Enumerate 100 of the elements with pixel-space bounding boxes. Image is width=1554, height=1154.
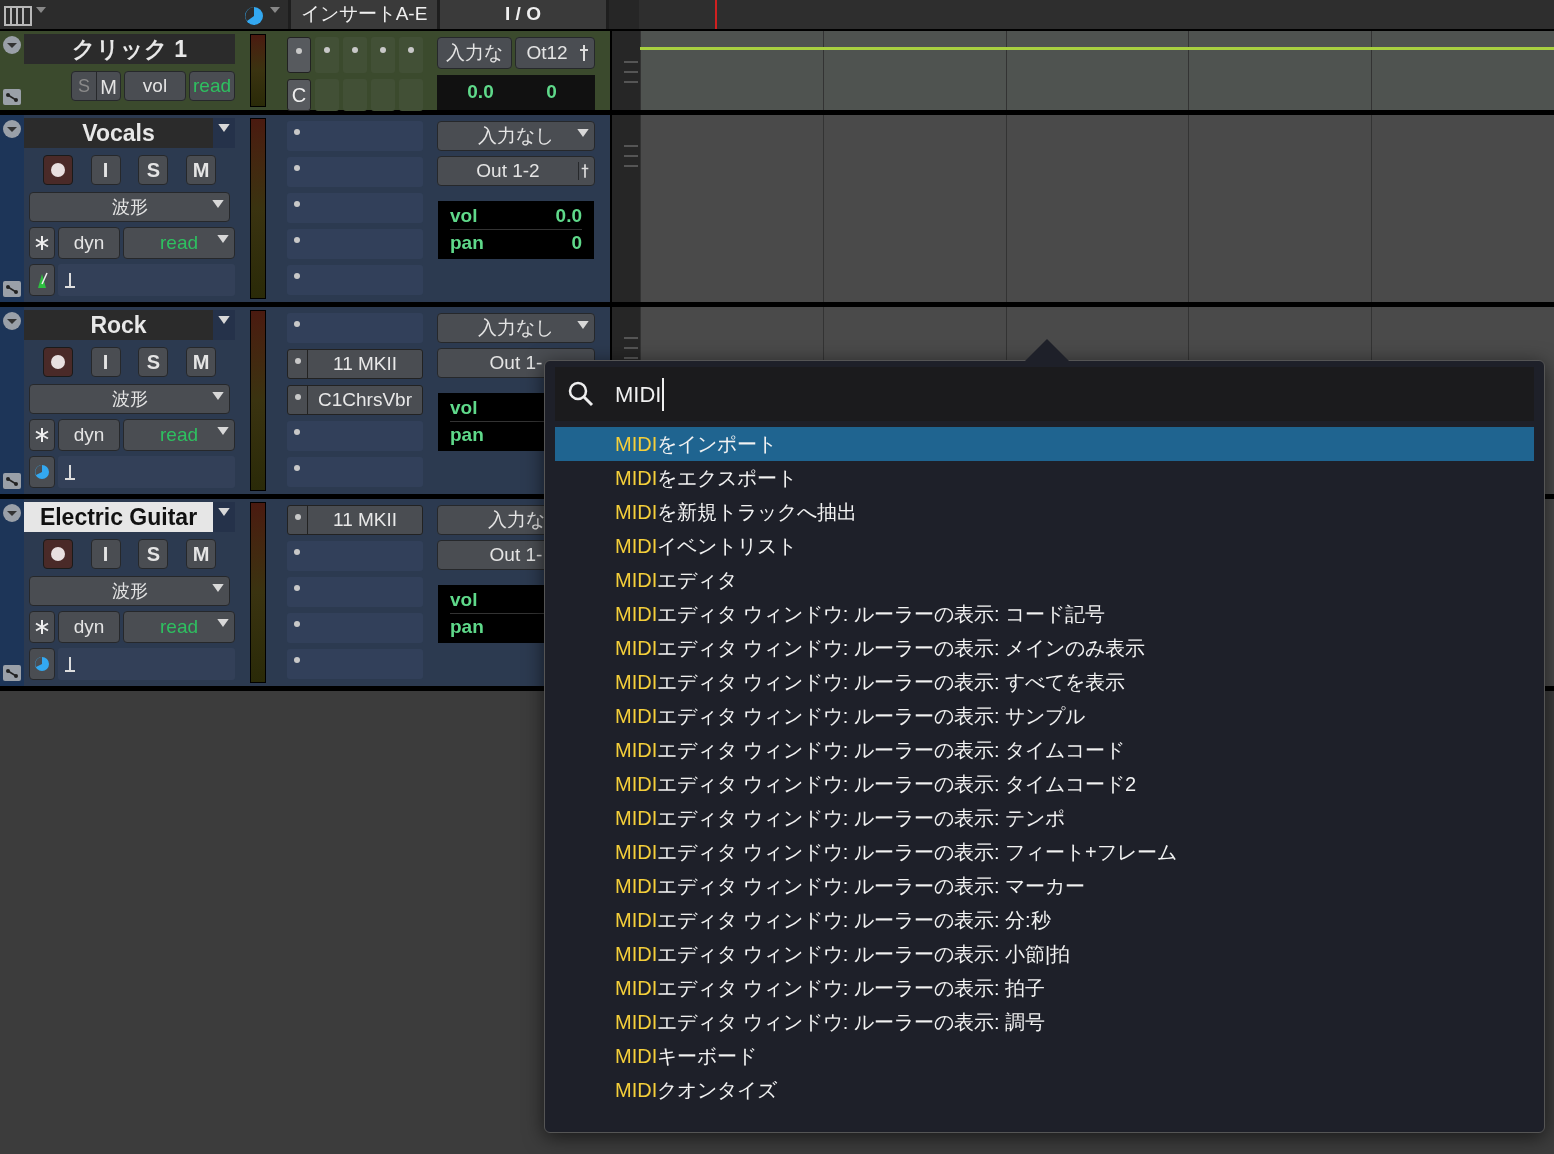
dyn-button[interactable]: dyn <box>58 611 120 643</box>
dyn-button[interactable]: dyn <box>58 227 120 259</box>
column-header[interactable]: I / O <box>440 0 606 29</box>
insert-slot[interactable] <box>287 37 312 73</box>
view-selector[interactable]: vol <box>124 71 186 101</box>
search-result-item[interactable]: MIDIエディタ ウィンドウ: ルーラーの表示: マーカー <box>555 869 1534 903</box>
insert-slot[interactable] <box>315 37 340 73</box>
mute-button[interactable]: M <box>186 539 217 569</box>
scale-tick <box>624 155 638 157</box>
solo-button[interactable]: S <box>138 155 169 185</box>
dropdown-caret-icon[interactable] <box>218 508 230 516</box>
column-header[interactable]: インサートA-E <box>291 0 437 29</box>
search-result-item[interactable]: MIDIエディタ ウィンドウ: ルーラーの表示: 調号 <box>555 1005 1534 1039</box>
search-result-item[interactable]: MIDIキーボード <box>555 1039 1534 1073</box>
volume-value: 0.0 <box>466 80 495 104</box>
automation-mode-selector[interactable]: read <box>189 71 235 101</box>
asterisk-button[interactable] <box>29 227 55 259</box>
tick-mark-icon[interactable] <box>62 655 78 673</box>
dropdown-caret-icon[interactable] <box>218 124 230 132</box>
input-monitor-button[interactable]: I <box>90 155 121 185</box>
insert-slot[interactable] <box>399 37 423 73</box>
search-result-item[interactable]: MIDIをインポート <box>555 427 1534 461</box>
view-selector[interactable]: 波形 <box>29 576 230 606</box>
input-selector[interactable]: 入力なし <box>437 121 595 151</box>
track-name[interactable]: クリック 1 <box>24 34 235 64</box>
track-route-icon[interactable] <box>2 88 22 106</box>
insert-slot[interactable]: 11 MKII <box>287 349 423 379</box>
volume-label: vol <box>450 396 478 421</box>
search-result-item[interactable]: MIDIエディタ ウィンドウ: ルーラーの表示: テンポ <box>555 801 1534 835</box>
search-result-item[interactable]: MIDIエディタ ウィンドウ: ルーラーの表示: 拍子 <box>555 971 1534 1005</box>
track-name[interactable]: Vocals <box>24 118 213 148</box>
asterisk-button[interactable] <box>29 419 55 451</box>
insert-slot[interactable]: 11 MKII <box>287 505 423 535</box>
asterisk-button[interactable] <box>29 611 55 643</box>
expand-toggle-icon[interactable] <box>2 311 22 331</box>
solo-button[interactable]: S <box>138 347 169 377</box>
dyn-button[interactable]: dyn <box>58 419 120 451</box>
automation-mode-selector[interactable]: read <box>123 227 235 259</box>
insert-slot[interactable] <box>343 37 368 73</box>
tick-mark-icon[interactable] <box>62 271 78 289</box>
track-route-icon[interactable] <box>2 472 22 490</box>
scale-tick <box>624 347 638 349</box>
expand-toggle-icon[interactable] <box>2 119 22 139</box>
asterisk-icon <box>34 235 50 251</box>
dropdown-caret-icon <box>217 619 229 627</box>
search-result-item[interactable]: MIDIエディタ ウィンドウ: ルーラーの表示: 分:秒 <box>555 903 1534 937</box>
search-result-item[interactable]: MIDIエディタ ウィンドウ: ルーラーの表示: 小節|拍 <box>555 937 1534 971</box>
search-result-item[interactable]: MIDIエディタ ウィンドウ: ルーラーの表示: メインのみ表示 <box>555 631 1534 665</box>
search-result-item[interactable]: MIDIエディタ ウィンドウ: ルーラーの表示: タイムコード <box>555 733 1534 767</box>
search-result-item[interactable]: MIDIエディタ ウィンドウ: ルーラーの表示: フィート+フレーム <box>555 835 1534 869</box>
track-route-icon[interactable] <box>2 280 22 298</box>
search-result-item[interactable]: MIDIエディタ ウィンドウ: ルーラーの表示: サンプル <box>555 699 1534 733</box>
mute-button[interactable]: M <box>186 347 217 377</box>
dropdown-caret-icon[interactable] <box>218 316 230 324</box>
dropdown-caret-icon <box>217 235 229 243</box>
search-result-item[interactable]: MIDIエディタ ウィンドウ: ルーラーの表示: コード記号 <box>555 597 1534 631</box>
send-button[interactable]: C <box>287 79 312 111</box>
output-selector[interactable]: Ot12 <box>515 37 595 69</box>
track-route-icon[interactable] <box>2 664 22 682</box>
dropdown-caret-icon <box>217 427 229 435</box>
record-arm-button[interactable] <box>42 155 73 185</box>
search-result-item[interactable]: MIDIをエクスポート <box>555 461 1534 495</box>
output-selector[interactable]: Out 1-2 <box>437 156 595 186</box>
pan-label: pan <box>450 230 484 255</box>
solo-button[interactable]: S <box>138 539 169 569</box>
dropdown-caret-icon <box>212 200 224 208</box>
timebase-button[interactable] <box>29 264 55 296</box>
dropdown-caret-icon <box>577 321 589 329</box>
expand-toggle-icon[interactable] <box>2 35 22 55</box>
track-name[interactable]: Rock <box>24 310 213 340</box>
view-selector[interactable]: 波形 <box>29 192 230 222</box>
insert-slot[interactable] <box>371 37 395 73</box>
input-selector[interactable]: 入力なし <box>437 313 595 343</box>
record-arm-button[interactable] <box>42 347 73 377</box>
record-arm-button[interactable] <box>42 539 73 569</box>
timebase-button[interactable] <box>29 456 55 488</box>
automation-mode-selector[interactable]: read <box>123 611 235 643</box>
tick-mark-icon[interactable] <box>62 463 78 481</box>
mute-button[interactable]: M <box>186 155 217 185</box>
pan-value: 0 <box>571 230 582 255</box>
scale-tick <box>624 61 638 63</box>
pan-label: pan <box>450 422 484 447</box>
scale-tick <box>624 145 638 147</box>
view-menu-icon[interactable] <box>4 3 48 26</box>
input-monitor-button[interactable]: I <box>90 347 121 377</box>
search-field[interactable]: MIDI <box>555 367 1534 421</box>
scale-tick <box>624 337 638 339</box>
search-result-item[interactable]: MIDIクオンタイズ <box>555 1073 1534 1107</box>
search-result-item[interactable]: MIDIエディタ ウィンドウ: ルーラーの表示: すべてを表示 <box>555 665 1534 699</box>
input-monitor-button[interactable]: I <box>90 539 121 569</box>
insert-slot[interactable]: C1ChrsVbr <box>287 385 423 415</box>
track-name[interactable]: Electric Guitar <box>24 502 213 532</box>
input-selector[interactable]: 入力な <box>437 37 512 69</box>
timebase-button[interactable] <box>29 648 55 680</box>
expand-toggle-icon[interactable] <box>2 503 22 523</box>
search-result-item[interactable]: MIDIエディタ ウィンドウ: ルーラーの表示: タイムコード2 <box>555 767 1534 801</box>
mute-button[interactable]: M <box>96 72 120 100</box>
asterisk-icon <box>34 619 50 635</box>
view-selector[interactable]: 波形 <box>29 384 230 414</box>
automation-mode-selector[interactable]: read <box>123 419 235 451</box>
